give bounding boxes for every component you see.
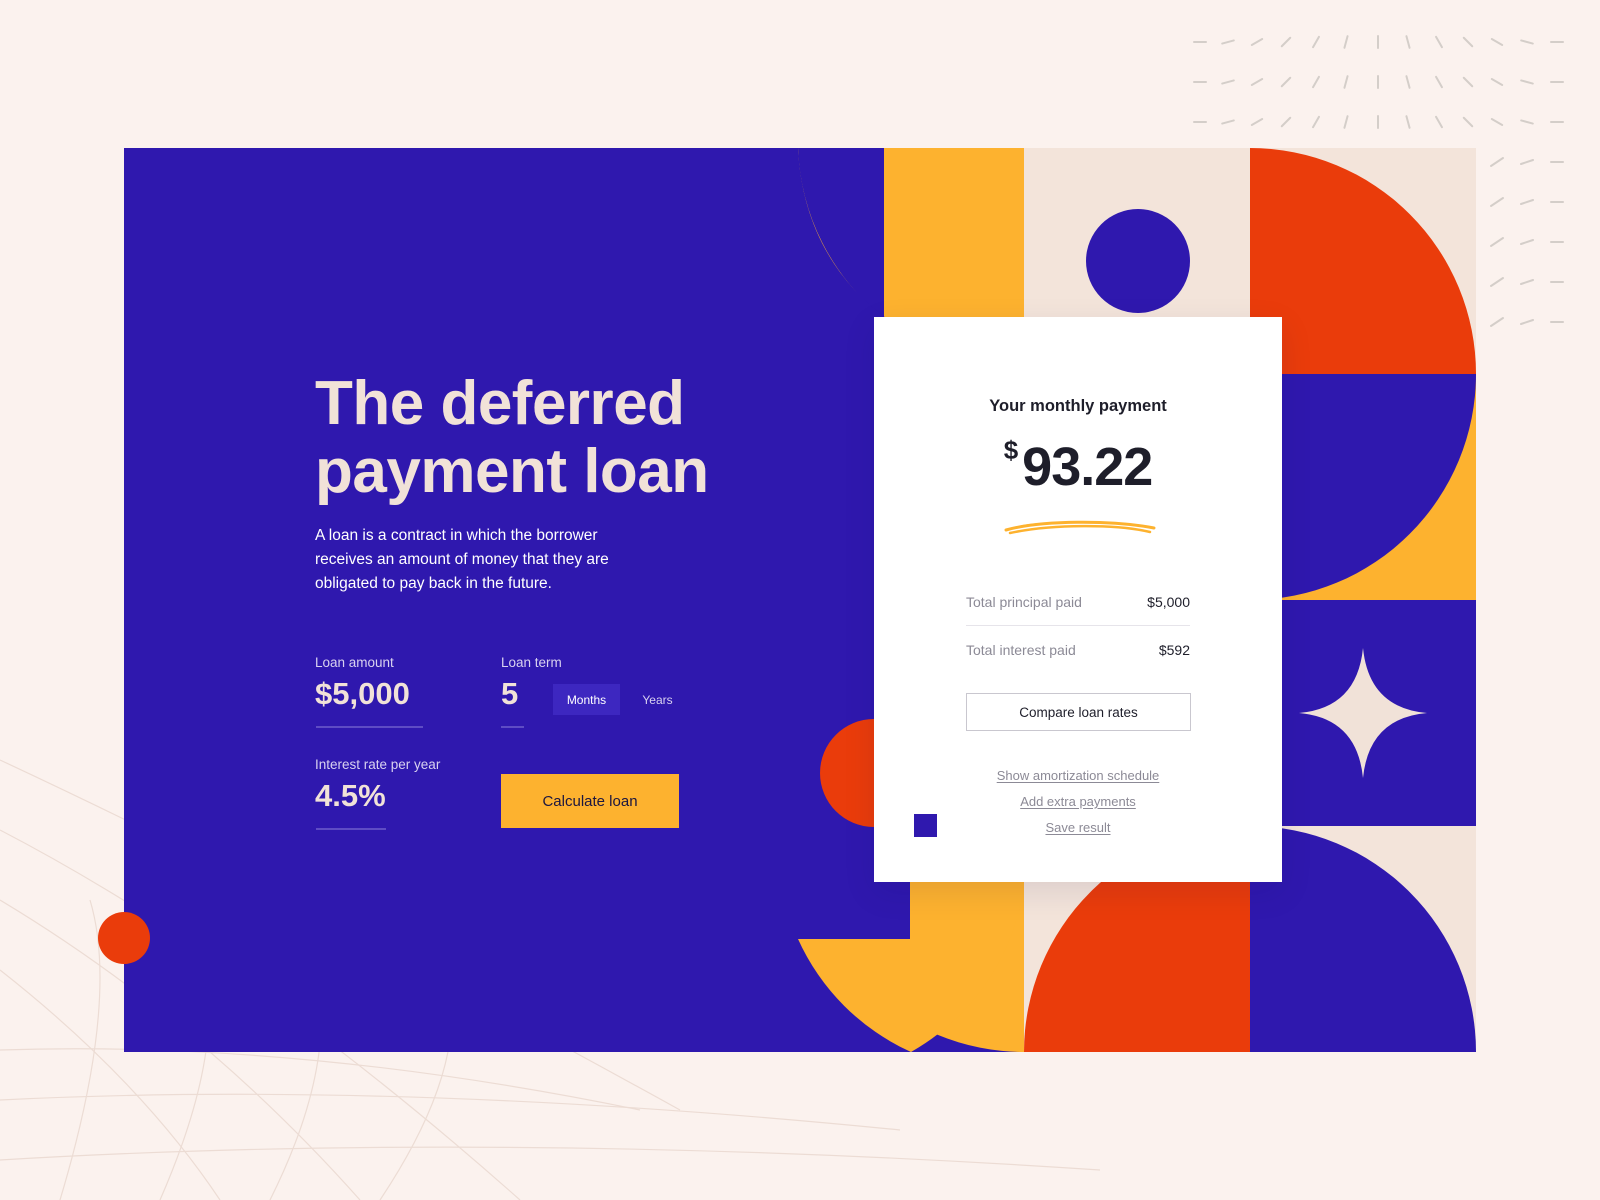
term-unit-months[interactable]: Months [553, 684, 620, 715]
monthly-payment-amount: $93.22 [874, 435, 1282, 498]
decorative-square [914, 814, 937, 837]
payment-value: 93.22 [1022, 437, 1153, 497]
loan-amount-input[interactable]: $5,000 [315, 676, 410, 712]
scribble-underline [1004, 520, 1156, 535]
result-panel: Your monthly payment $93.22 Total princi… [874, 317, 1282, 882]
interest-rate-label: Interest rate per year [315, 757, 441, 772]
loan-term-input[interactable]: 5 [501, 676, 518, 712]
loan-amount-label: Loan amount [315, 655, 394, 670]
loan-term-underline [501, 726, 524, 728]
compare-loan-rates-button[interactable]: Compare loan rates [966, 693, 1191, 731]
interest-rate-input[interactable]: 4.5% [315, 778, 386, 814]
row-divider [966, 625, 1190, 626]
amortization-link[interactable]: Show amortization schedule [874, 768, 1282, 783]
page-title: The deferred payment loan [315, 369, 709, 506]
decorative-dot [98, 912, 150, 964]
calculate-loan-button[interactable]: Calculate loan [501, 774, 679, 828]
loan-term-label: Loan term [501, 655, 562, 670]
interest-rate-underline [316, 828, 386, 830]
extra-payments-link[interactable]: Add extra payments [874, 794, 1282, 809]
principal-label: Total principal paid [966, 594, 1082, 610]
interest-paid-label: Total interest paid [966, 642, 1076, 658]
monthly-payment-title: Your monthly payment [989, 397, 1167, 415]
term-unit-years[interactable]: Years [624, 684, 691, 715]
principal-value: $5,000 [1147, 594, 1190, 610]
loan-amount-underline [316, 726, 423, 728]
currency-symbol: $ [1003, 435, 1019, 465]
interest-paid-value: $592 [1158, 642, 1190, 658]
page-description: A loan is a contract in which the borrow… [315, 527, 609, 592]
